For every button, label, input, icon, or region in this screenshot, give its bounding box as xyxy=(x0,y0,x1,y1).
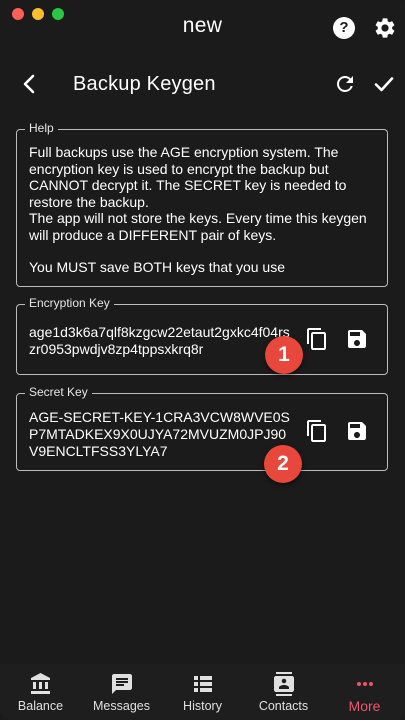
nav-messages[interactable]: Messages xyxy=(81,664,162,720)
secret-key-section: Secret Key AGE-SECRET-KEY-1CRA3VCW8WVE0S… xyxy=(16,385,388,471)
help-section: Help Full backups use the AGE encryption… xyxy=(16,121,388,287)
nav-contacts-label: Contacts xyxy=(258,699,309,713)
contact-icon xyxy=(273,672,294,696)
bank-icon xyxy=(30,673,50,694)
callout-badge-2: 2 xyxy=(264,445,302,483)
secret-key-legend: Secret Key xyxy=(25,385,92,399)
help-paragraph-1: Full backups use the AGE encryption syst… xyxy=(29,144,347,210)
list-icon xyxy=(193,676,212,692)
nav-contacts[interactable]: Contacts xyxy=(243,664,324,720)
secret-key-value[interactable]: AGE-SECRET-KEY-1CRA3VCW8WVE0SP7MTADKEX9X… xyxy=(29,409,294,460)
callout-badge-1: 1 xyxy=(265,336,303,374)
nav-more[interactable]: More xyxy=(324,664,405,720)
title-bar: new ? xyxy=(0,0,405,56)
refresh-icon[interactable] xyxy=(333,72,357,96)
encryption-key-value[interactable]: age1d3k6a7qlf8kzgcw22etaut2gxkc4f04rszr0… xyxy=(29,324,294,358)
copy-icon[interactable] xyxy=(305,419,329,443)
nav-history[interactable]: History xyxy=(162,664,243,720)
nav-more-label: More xyxy=(348,698,381,714)
nav-messages-label: Messages xyxy=(93,699,150,713)
page-title: Backup Keygen xyxy=(73,73,216,95)
check-icon[interactable] xyxy=(372,72,396,96)
save-icon[interactable] xyxy=(345,327,369,351)
back-arrow-icon[interactable] xyxy=(18,72,42,96)
page-header: Backup Keygen xyxy=(0,62,405,106)
help-paragraph-2: The app will not store the keys. Every t… xyxy=(29,210,367,243)
help-paragraph-3: You MUST save BOTH keys that you use xyxy=(29,259,286,275)
bottom-navigation: Balance Messages History Contacts More xyxy=(0,664,405,720)
help-icon[interactable]: ? xyxy=(333,17,355,39)
dots-icon xyxy=(356,682,373,686)
nav-balance[interactable]: Balance xyxy=(0,664,81,720)
encryption-key-legend: Encryption Key xyxy=(25,296,114,310)
encryption-key-section: Encryption Key age1d3k6a7qlf8kzgcw22etau… xyxy=(16,296,388,375)
help-text: Full backups use the AGE encryption syst… xyxy=(29,144,375,276)
nav-balance-label: Balance xyxy=(17,699,64,713)
help-legend: Help xyxy=(25,121,58,135)
nav-history-label: History xyxy=(183,699,222,713)
gear-icon[interactable] xyxy=(373,16,397,40)
copy-icon[interactable] xyxy=(305,327,329,351)
app-window: new ? Backup Keygen Help Full backups us… xyxy=(0,0,405,720)
message-icon xyxy=(111,674,132,694)
save-icon[interactable] xyxy=(345,419,369,443)
